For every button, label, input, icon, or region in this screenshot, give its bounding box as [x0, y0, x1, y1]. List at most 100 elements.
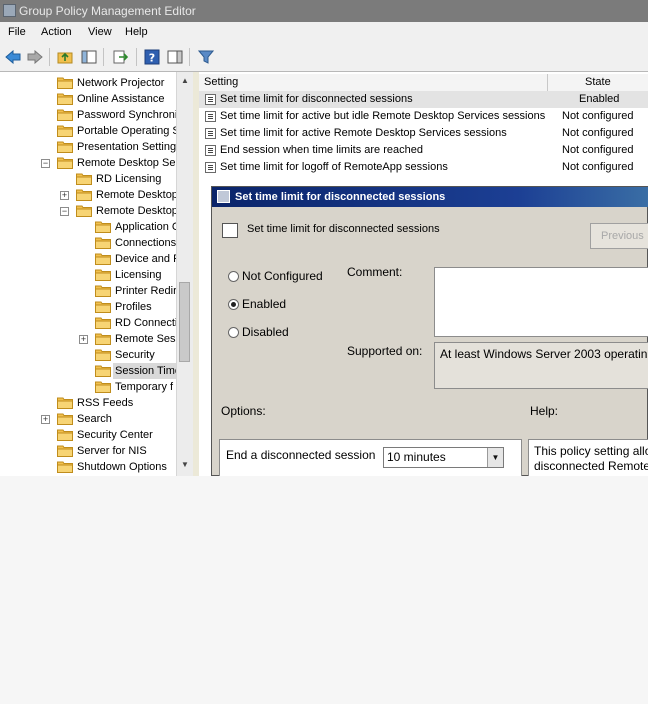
tree-item-label: RSS Feeds [77, 397, 134, 409]
radio-not-configured[interactable] [228, 271, 239, 282]
tree-item-label: Remote Desktop Ser [77, 157, 180, 169]
tree-item-label: Security [115, 349, 155, 361]
tree-item-label: Session Time [113, 363, 184, 379]
radio-disabled[interactable] [228, 327, 239, 338]
export-list-icon[interactable] [112, 48, 130, 66]
editor-window: Group Policy Management Editor File Acti… [0, 0, 648, 476]
disconnect-timeout-select[interactable]: 10 minutes ▼ [383, 447, 504, 468]
tree-item-label: Device and R [115, 253, 182, 265]
show-hide-tree-icon[interactable] [80, 48, 98, 66]
back-arrow-icon[interactable] [4, 48, 22, 66]
folder-icon [95, 236, 111, 249]
collapse-icon[interactable]: − [60, 207, 69, 216]
radio-disabled-label: Disabled [242, 325, 289, 339]
window-title: Group Policy Management Editor [19, 4, 196, 18]
tree-item-label: Temporary f [115, 381, 174, 393]
folder-icon [57, 108, 73, 121]
policy-dialog: Set time limit for disconnected sessions… [211, 186, 648, 476]
setting-row[interactable]: Set time limit for active Remote Desktop… [199, 125, 648, 142]
tree-item-label: Portable Operating S [77, 125, 180, 137]
filter-icon[interactable] [197, 48, 215, 66]
folder-icon [57, 412, 73, 425]
folder-icon [95, 364, 111, 377]
folder-icon [57, 76, 73, 89]
folder-icon [76, 172, 92, 185]
folder-icon [57, 396, 73, 409]
tree-item-label: Connections [115, 237, 177, 249]
up-folder-icon[interactable] [56, 48, 74, 66]
menu-action[interactable]: Action [41, 26, 72, 38]
tree-item-label: Remote Desktop [96, 189, 178, 201]
tree-item-label: Search [77, 413, 112, 425]
tree-item-label: RD Connecti [115, 317, 178, 329]
setting-row[interactable]: Set time limit for active but idle Remot… [199, 108, 648, 125]
folder-icon [95, 220, 111, 233]
title-bar[interactable]: Group Policy Management Editor [0, 0, 648, 22]
option-disconnect-label: End a disconnected session [226, 448, 376, 462]
column-setting[interactable]: Setting [204, 76, 238, 88]
comment-field[interactable] [434, 267, 648, 337]
comment-label: Comment: [347, 265, 403, 279]
folder-icon [95, 332, 111, 345]
tree-item-label: Shutdown Options [77, 461, 167, 473]
folder-icon [57, 124, 73, 137]
action-pane-icon[interactable] [166, 48, 184, 66]
folder-icon [95, 268, 111, 281]
scrollbar-thumb[interactable] [179, 282, 190, 362]
setting-state: Not configured [562, 161, 634, 173]
radio-not-configured-label: Not Configured [242, 269, 323, 283]
policy-setting-icon [205, 162, 216, 173]
tree-item-label: Presentation Setting [77, 141, 177, 153]
help-text-line-1: This policy setting allo [534, 444, 648, 458]
tree-item-label: Printer Redir [115, 285, 177, 297]
previous-setting-button[interactable]: Previous [590, 223, 648, 249]
menu-view[interactable]: View [88, 26, 112, 38]
options-panel: End a disconnected session 10 minutes ▼ [219, 439, 522, 476]
tree-scrollbar[interactable]: ▲ ▼ [176, 72, 193, 476]
setting-row[interactable]: Set time limit for disconnected sessions… [199, 91, 648, 108]
options-label: Options: [221, 404, 266, 418]
expand-icon[interactable]: + [79, 335, 88, 344]
dialog-title-bar[interactable]: Set time limit for disconnected sessions [212, 187, 648, 207]
menu-bar: File Action View Help [0, 22, 648, 43]
collapse-icon[interactable]: − [41, 159, 50, 168]
policy-tree: Network Projector Online Assistance Passwo… [0, 72, 193, 476]
policy-name: Set time limit for disconnected sessions [247, 223, 440, 235]
folder-icon [57, 156, 73, 169]
policy-setting-icon [205, 128, 216, 139]
menu-help[interactable]: Help [125, 26, 148, 38]
policy-setting-icon [205, 145, 216, 156]
chevron-down-icon[interactable]: ▼ [487, 448, 503, 467]
radio-enabled-label: Enabled [242, 297, 287, 311]
folder-icon [76, 188, 92, 201]
folder-icon [95, 380, 111, 393]
setting-row[interactable]: Set time limit for logoff of RemoteApp s… [199, 159, 648, 176]
help-icon[interactable]: ? [143, 48, 161, 66]
expand-icon[interactable]: + [60, 191, 69, 200]
supported-on-field: At least Windows Server 2003 operating [434, 342, 648, 389]
app-icon [3, 4, 16, 17]
setting-name: Set time limit for active Remote Desktop… [220, 127, 507, 139]
tree-item-label: Remote Desktop [96, 205, 178, 217]
forward-arrow-icon[interactable] [26, 48, 44, 66]
expand-icon[interactable]: + [41, 415, 50, 424]
policy-setting-icon [222, 223, 238, 238]
tree-item-label: Online Assistance [77, 93, 165, 105]
supported-on-label: Supported on: [347, 344, 423, 358]
folder-icon [57, 444, 73, 457]
setting-name: End session when time limits are reached [220, 144, 423, 156]
list-header: Setting State [199, 74, 648, 92]
tree-item-label: Remote Sess [115, 333, 182, 345]
toolbar: ? [0, 43, 648, 72]
folder-icon [95, 284, 111, 297]
folder-icon [57, 140, 73, 153]
radio-enabled[interactable] [228, 299, 239, 310]
tree-item-label: Network Projector [77, 77, 165, 89]
column-state[interactable]: State [585, 76, 611, 88]
menu-file[interactable]: File [8, 26, 26, 38]
tree-item-label: RD Licensing [96, 173, 162, 185]
tree-item-label: Application C [115, 221, 180, 233]
folder-icon [95, 348, 111, 361]
folder-icon [76, 204, 92, 217]
setting-row[interactable]: End session when time limits are reached… [199, 142, 648, 159]
